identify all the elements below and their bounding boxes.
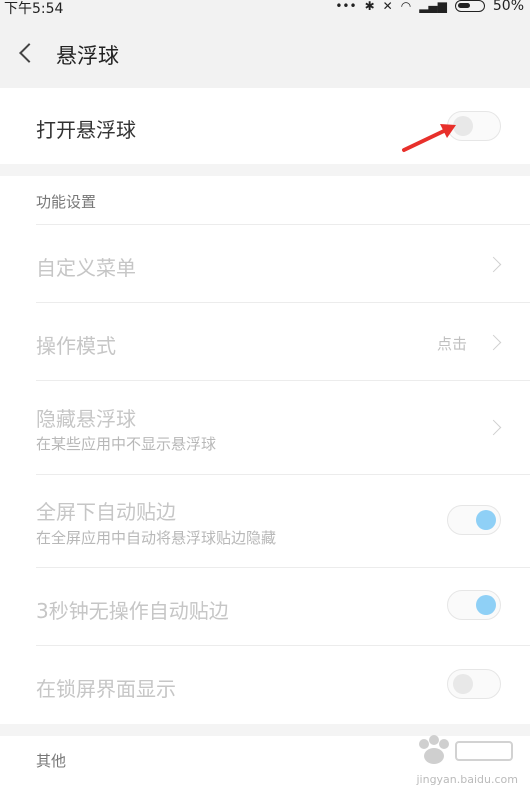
section-title-function: 功能设置 <box>36 193 97 211</box>
toggle-knob <box>476 595 496 615</box>
main-toggle-label: 打开悬浮球 <box>36 118 136 142</box>
divider <box>36 645 530 646</box>
chevron-right-icon <box>485 256 502 273</box>
divider <box>36 380 530 381</box>
status-bar: 下午5:54 ••• ✱ ✕ ◠ ▂▄▆ 50% <box>0 0 530 18</box>
hide-ball-sublabel: 在某些应用中不显示悬浮球 <box>36 435 217 453</box>
lockscreen-show-switch[interactable] <box>447 669 501 699</box>
section-title-other: 其他 <box>36 752 67 770</box>
title-bar: 悬浮球 <box>0 18 530 89</box>
status-time: 下午5:54 <box>4 1 64 17</box>
status-icons: ••• ✱ ✕ ◠ ▂▄▆ 50% <box>335 0 524 14</box>
toggle-knob <box>476 510 496 530</box>
wifi-icon: ◠ <box>400 0 412 13</box>
lockscreen-show-label: 在锁屏界面显示 <box>36 677 176 701</box>
back-arrow-icon[interactable] <box>16 42 34 62</box>
baidu-jingyan-watermark-logo <box>419 735 513 764</box>
divider <box>36 474 530 475</box>
operation-mode-value: 点击 <box>437 335 468 353</box>
watermark-url: jingyan.baidu.com <box>416 773 518 786</box>
idle-auto-edge-label: 3秒钟无操作自动贴边 <box>36 599 229 623</box>
battery-percent: 50% <box>492 0 524 14</box>
hide-ball-label: 隐藏悬浮球 <box>36 407 136 431</box>
toggle-knob <box>453 674 473 694</box>
operation-mode-label: 操作模式 <box>36 334 116 358</box>
signal-icon: ▂▄▆ <box>419 0 447 13</box>
function-settings-card: 功能设置 自定义菜单 操作模式 点击 隐藏悬浮球 在某些应用中不显示悬浮球 全屏… <box>0 176 530 724</box>
divider <box>36 567 530 568</box>
chevron-right-icon <box>485 334 502 351</box>
page-title: 悬浮球 <box>56 44 119 68</box>
mute-icon: ✕ <box>382 0 393 13</box>
idle-auto-edge-switch[interactable] <box>447 590 501 620</box>
red-arrow-annotation <box>402 124 456 152</box>
divider <box>36 224 530 225</box>
battery-icon <box>454 0 485 12</box>
custom-menu-label: 自定义菜单 <box>36 256 136 280</box>
fullscreen-auto-edge-sublabel: 在全屏应用中自动将悬浮球贴边隐藏 <box>36 529 277 547</box>
divider <box>36 302 530 303</box>
fullscreen-auto-edge-switch[interactable] <box>447 505 501 535</box>
chevron-right-icon <box>485 419 502 436</box>
fullscreen-auto-edge-label: 全屏下自动贴边 <box>36 500 176 524</box>
more-dots-icon: ••• <box>335 0 357 13</box>
bluetooth-icon: ✱ <box>364 0 375 13</box>
